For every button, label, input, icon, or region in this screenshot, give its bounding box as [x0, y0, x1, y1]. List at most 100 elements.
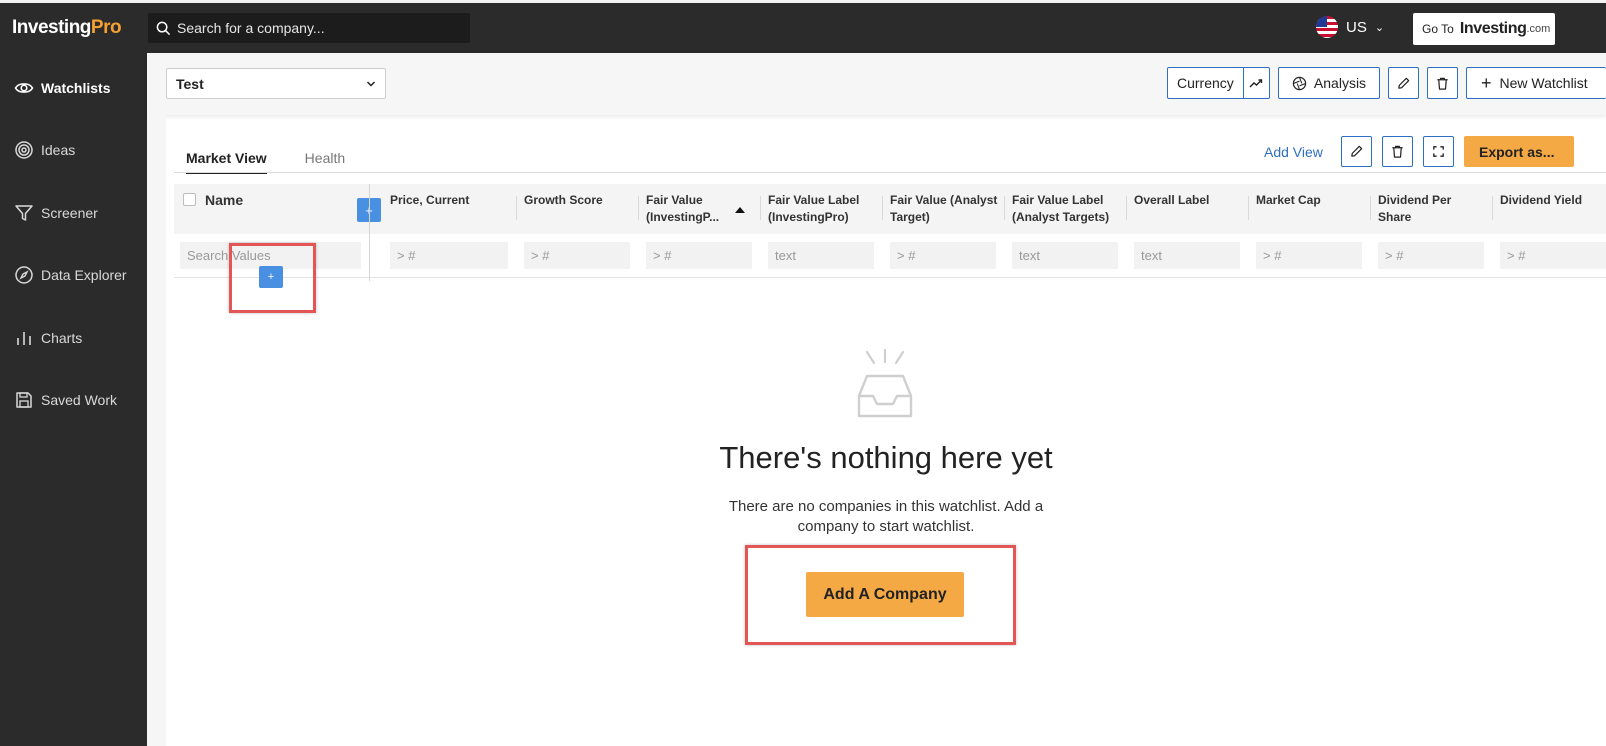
watchlist-toolbar: Test Currency Analysis + New Watchlist [147, 53, 1606, 115]
sidebar-item-saved-work[interactable]: Saved Work [14, 390, 117, 410]
column-divider [1492, 196, 1493, 220]
filter-dividend-per-share[interactable] [1378, 242, 1484, 269]
trash-icon [1437, 77, 1448, 90]
region-selector[interactable]: US ⌄ [1316, 16, 1384, 38]
new-watchlist-label: New Watchlist [1499, 75, 1588, 91]
empty-inbox-icon [857, 348, 913, 418]
tab-divider [174, 172, 1606, 173]
tab-health[interactable]: Health [305, 150, 345, 174]
search-icon [156, 21, 171, 35]
column-header-dividend-per-share[interactable]: Dividend Per Share [1378, 192, 1478, 226]
column-header-overall-label[interactable]: Overall Label [1134, 192, 1244, 209]
sidebar-item-label: Ideas [41, 142, 76, 158]
column-header-dividend-yield[interactable]: Dividend Yield [1500, 192, 1606, 209]
compass-icon [15, 266, 33, 284]
sidebar-item-watchlists[interactable]: Watchlists [14, 78, 111, 98]
column-header-price[interactable]: Price, Current [390, 192, 500, 209]
filter-dividend-yield[interactable] [1500, 242, 1606, 269]
fullscreen-button[interactable] [1423, 136, 1454, 167]
region-label: US [1346, 18, 1367, 36]
sidebar-item-data-explorer[interactable]: Data Explorer [14, 265, 127, 285]
watchlist-select[interactable]: Test [166, 68, 386, 99]
filter-market-cap[interactable] [1256, 242, 1362, 269]
column-divider [1004, 196, 1005, 220]
goto-investing-button[interactable]: Go To Investing .com [1413, 13, 1555, 45]
delete-watchlist-button[interactable] [1427, 67, 1458, 99]
highlight-box-add-row [229, 243, 316, 313]
column-divider [638, 196, 639, 220]
trash-icon [1392, 145, 1403, 158]
select-all-checkbox[interactable] [183, 193, 196, 206]
export-button[interactable]: Export as... [1464, 136, 1574, 167]
company-search[interactable] [148, 13, 470, 43]
column-header-growth-score[interactable]: Growth Score [524, 192, 634, 209]
new-watchlist-button[interactable]: + New Watchlist [1466, 67, 1606, 99]
edit-view-button[interactable] [1341, 136, 1372, 167]
logo-text-pro: Pro [90, 17, 122, 38]
sidebar: Watchlists Ideas Screener Data Explorer … [0, 53, 147, 746]
pencil-icon [1398, 77, 1410, 89]
filter-fair-value-label-analyst[interactable] [1012, 242, 1118, 269]
sidebar-item-label: Charts [41, 330, 83, 346]
export-label: Export as... [1479, 143, 1555, 160]
name-column-header[interactable]: Name [205, 192, 243, 209]
watchlist-selected-value: Test [176, 75, 204, 92]
trend-icon[interactable] [1244, 76, 1269, 90]
filter-icon [15, 205, 33, 221]
column-divider [1248, 196, 1249, 220]
table-header: Name Price, Current Growth Score Fair Va… [174, 184, 1606, 234]
filter-price[interactable] [390, 242, 508, 269]
goto-prefix: Go To [1422, 22, 1454, 36]
name-column-divider [369, 184, 370, 281]
filter-fair-value-label-investingpro[interactable] [768, 242, 874, 269]
empty-state-message: There are no companies in this watchlist… [728, 498, 1044, 535]
filter-fair-value-investingpro[interactable] [646, 242, 752, 269]
chevron-down-icon [366, 80, 376, 87]
expand-icon [1433, 146, 1444, 157]
sidebar-item-ideas[interactable]: Ideas [14, 140, 75, 160]
company-search-input[interactable] [177, 20, 457, 36]
content-gutter [147, 115, 166, 746]
tab-market-view[interactable]: Market View [186, 150, 267, 174]
sidebar-item-label: Saved Work [41, 392, 117, 408]
plus-icon: + [1481, 73, 1492, 93]
empty-state-title: There's nothing here yet [719, 440, 1053, 475]
column-divider [882, 196, 883, 220]
sidebar-item-label: Screener [41, 205, 98, 221]
column-divider [1126, 196, 1127, 220]
column-header-fair-value-investingpro[interactable]: Fair Value (InvestingP... [646, 192, 731, 226]
column-header-market-cap[interactable]: Market Cap [1256, 192, 1366, 209]
add-view-link[interactable]: Add View [1264, 144, 1323, 160]
sidebar-item-label: Data Explorer [41, 267, 127, 283]
chevron-down-icon: ⌄ [1374, 21, 1385, 34]
goto-site: Investing [1459, 20, 1527, 37]
pencil-icon [1351, 145, 1363, 157]
delete-view-button[interactable] [1382, 136, 1413, 167]
currency-button[interactable]: Currency [1168, 68, 1244, 98]
column-divider [1370, 196, 1371, 220]
sidebar-item-screener[interactable]: Screener [14, 203, 98, 223]
filter-row [174, 234, 1606, 278]
goto-suffix: .com [1526, 23, 1551, 35]
target-icon [15, 141, 33, 159]
sidebar-item-charts[interactable]: Charts [14, 328, 82, 348]
edit-watchlist-button[interactable] [1388, 67, 1419, 99]
top-bar: InvestingPro US ⌄ Go To Investing.com [0, 0, 1606, 53]
currency-button-group: Currency [1167, 67, 1270, 99]
investingpro-logo[interactable]: InvestingPro [12, 17, 122, 39]
us-flag-icon [1316, 16, 1338, 38]
analysis-label: Analysis [1313, 75, 1367, 91]
column-header-fair-value-label-investingpro[interactable]: Fair Value Label (InvestingPro) [768, 192, 878, 226]
logo-text-main: Investing [12, 17, 91, 38]
bar-chart-icon [17, 332, 31, 345]
column-header-fair-value-label-analyst[interactable]: Fair Value Label (Analyst Targets) [1012, 192, 1122, 226]
analysis-button[interactable]: Analysis [1278, 67, 1380, 99]
filter-overall-label[interactable] [1134, 242, 1240, 269]
filter-growth-score[interactable] [524, 242, 630, 269]
highlight-box-add-company [745, 545, 1016, 645]
floppy-icon [16, 392, 32, 408]
eye-icon [14, 83, 34, 93]
view-tabs: Market View Health [186, 150, 383, 174]
column-header-fair-value-analyst[interactable]: Fair Value (Analyst Target) [890, 192, 1002, 226]
filter-fair-value-analyst[interactable] [890, 242, 996, 269]
